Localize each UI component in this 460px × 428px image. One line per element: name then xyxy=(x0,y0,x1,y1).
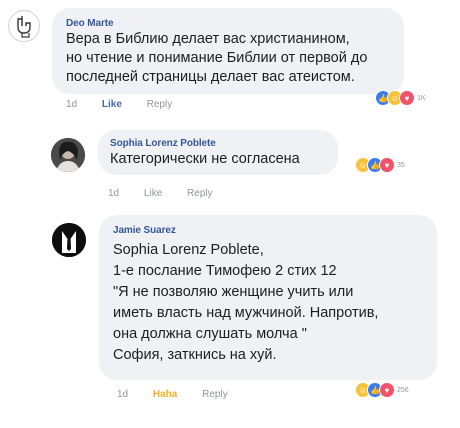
comment-text-line: 1-е послание Тимофею 2 стих 12 xyxy=(113,263,337,279)
comment-text-line: Категорически не согласена xyxy=(110,151,300,167)
comment-actions: 1d Like Reply xyxy=(108,188,235,199)
avatar[interactable] xyxy=(52,223,86,257)
reply-button[interactable]: Reply xyxy=(147,99,173,110)
comment-bubble: Jamie Suarez Sophia Lorenz Poblete, 1-е … xyxy=(99,215,437,380)
hand-gesture-icon xyxy=(17,16,31,38)
comment-text-line: Вера в Библию делает вас христианином, xyxy=(66,31,350,47)
comment-text: Sophia Lorenz Poblete, 1-е послание Тимо… xyxy=(113,240,419,366)
suit-logo-icon xyxy=(52,223,86,257)
reaction-count: 1K xyxy=(417,94,426,102)
comment-timestamp: 1d xyxy=(108,188,120,199)
comment-jamie-suarez: Jamie Suarez Sophia Lorenz Poblete, 1-е … xyxy=(0,205,460,428)
avatar[interactable] xyxy=(8,10,40,42)
comment-actions: 1d Haha Reply xyxy=(117,389,250,400)
haha-button[interactable]: Haha xyxy=(153,389,177,400)
love-reaction-icon: ♥ xyxy=(379,157,395,173)
comment-text-line: но чтение и понимание Библии от первой д… xyxy=(66,50,368,66)
comment-text: Вера в Библию делает вас христианином, н… xyxy=(66,30,390,87)
comment-bubble: Sophia Lorenz Poblete Категорически не с… xyxy=(98,130,338,175)
comment-sophia-lorenz-poblete: Sophia Lorenz Poblete Категорически не с… xyxy=(0,115,460,205)
reaction-summary[interactable]: ☺ 👍 ♥ 256 xyxy=(355,382,409,398)
reply-button[interactable]: Reply xyxy=(187,188,213,199)
comment-text-line: София, заткнись на хуй. xyxy=(113,347,277,363)
avatar[interactable] xyxy=(51,138,85,172)
reaction-summary[interactable]: ☺ 👍 ♥ 35 xyxy=(355,157,405,173)
comment-author[interactable]: Jamie Suarez xyxy=(113,225,419,236)
love-reaction-icon: ♥ xyxy=(379,382,395,398)
comment-author[interactable]: Sophia Lorenz Poblete xyxy=(110,138,326,149)
like-button[interactable]: Like xyxy=(144,188,162,199)
love-reaction-icon: ♥ xyxy=(399,90,415,106)
reply-button[interactable]: Reply xyxy=(202,389,228,400)
comment-text-line: Sophia Lorenz Poblete, xyxy=(113,242,264,258)
comment-text: Категорически не согласена xyxy=(110,150,326,169)
like-button[interactable]: Like xyxy=(102,99,122,110)
comment-text-line: она должна слушать молча " xyxy=(113,326,307,342)
comment-timestamp: 1d xyxy=(117,389,129,400)
reaction-count: 35 xyxy=(397,161,405,169)
comment-author[interactable]: Deo Marte xyxy=(66,18,390,29)
profile-photo-icon xyxy=(51,138,85,172)
comment-bubble: Deo Marte Вера в Библию делает вас христ… xyxy=(52,8,404,94)
reaction-summary[interactable]: 👍 ☺ ♥ 1K xyxy=(375,90,426,106)
comment-text-line: "Я не позволяю женщине учить или xyxy=(113,284,354,300)
comment-actions: 1d Like Reply xyxy=(66,99,194,110)
comment-timestamp: 1d xyxy=(66,99,78,110)
comment-text-line: иметь власть над мужчиной. Напротив, xyxy=(113,305,379,321)
reaction-count: 256 xyxy=(397,386,409,394)
comment-text-line: последней страницы делает вас атеистом. xyxy=(66,69,355,85)
comment-deo-marte: Deo Marte Вера в Библию делает вас христ… xyxy=(0,0,460,115)
